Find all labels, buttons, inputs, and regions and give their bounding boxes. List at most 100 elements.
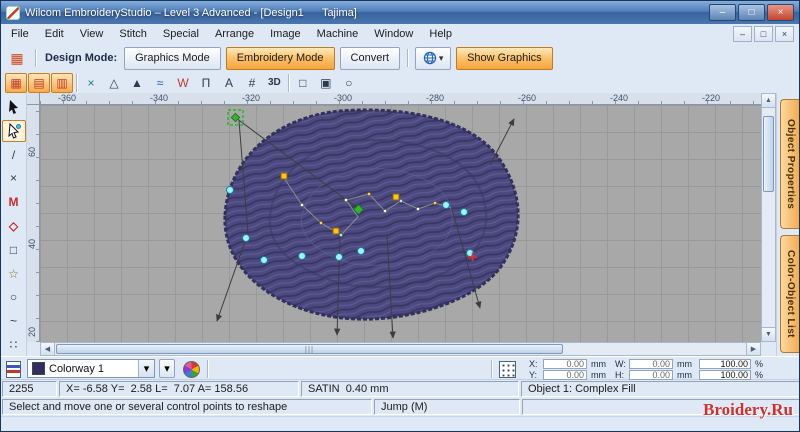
fill-grid-icon[interactable]: # <box>241 73 263 93</box>
color-wheel-icon[interactable] <box>183 361 200 378</box>
scroll-up-icon[interactable]: ▲ <box>762 94 775 108</box>
window-controls: – □ × <box>709 4 794 21</box>
tab-object-properties[interactable]: Object Properties <box>780 99 799 229</box>
circle-icon[interactable]: ○ <box>338 73 360 93</box>
vertical-scroll-track[interactable] <box>762 108 775 327</box>
select-arrow-icon <box>8 99 18 114</box>
toolbar-separator <box>35 49 36 67</box>
ruler-label: -300 <box>333 93 352 103</box>
ruler-corner <box>27 93 40 105</box>
filled-box-icon[interactable]: ▣ <box>315 73 337 93</box>
h-input[interactable] <box>629 370 673 380</box>
scale-height-input[interactable] <box>699 370 751 380</box>
graphics-mode-button[interactable]: Graphics Mode <box>124 46 221 70</box>
doc-minimize-button[interactable]: – <box>733 26 752 42</box>
star-tool[interactable]: ☆ <box>2 263 26 285</box>
lasso-tool[interactable]: ◇ <box>2 215 26 237</box>
triangle-solid-icon[interactable]: ▲ <box>126 73 148 93</box>
reshape-tool[interactable] <box>1 119 26 142</box>
colorway-menu-button[interactable]: ▾ <box>159 359 175 378</box>
vertical-scrollbar[interactable]: ▲ ▼ <box>761 93 776 342</box>
design-svg <box>216 108 520 339</box>
stitch-count: 2255 <box>2 381 57 397</box>
menu-bar: File Edit View Stitch Special Arrange Im… <box>1 24 799 45</box>
close-button[interactable]: × <box>767 4 794 21</box>
menu-file[interactable]: File <box>3 24 37 44</box>
scroll-right-icon[interactable]: ▶ <box>746 343 760 355</box>
design-objects-icon[interactable]: ▦ <box>6 48 28 68</box>
y-input[interactable] <box>543 370 587 380</box>
points-tool[interactable]: ∷ <box>2 334 26 356</box>
menu-window[interactable]: Window <box>366 24 421 44</box>
scale-height-unit: % <box>755 370 764 380</box>
embroidery-mode-button[interactable]: Embroidery Mode <box>225 46 335 70</box>
shape-tool[interactable]: □ <box>2 239 26 261</box>
menu-image[interactable]: Image <box>262 24 309 44</box>
x-input[interactable] <box>543 359 587 369</box>
wave-stitch-icon[interactable]: ≈ <box>149 73 171 93</box>
colorway-color-chip <box>32 362 45 375</box>
toolbox: / × M ◇ □ ☆ ○ ~ ∷ <box>1 93 27 356</box>
h-unit: mm <box>677 370 692 380</box>
convert-button[interactable]: Convert <box>339 46 401 70</box>
horizontal-scrollbar[interactable]: ◀ ||| ▶ <box>40 342 761 356</box>
h-label: H: <box>615 370 624 380</box>
menu-edit[interactable]: Edit <box>37 24 72 44</box>
docked-panel-tabs: Object Properties Color-Object List <box>776 93 799 356</box>
title-bar: Wilcom EmbroideryStudio – Level 3 Advanc… <box>1 1 799 24</box>
maximize-button[interactable]: □ <box>738 4 765 21</box>
pointer-coordinates: X= -6.58 Y= 2.58 L= 7.07 A= 158.56 <box>59 381 299 397</box>
menu-view[interactable]: View <box>72 24 112 44</box>
ruler-label: -220 <box>701 93 720 103</box>
select-tool[interactable] <box>2 96 26 118</box>
measure-tool[interactable]: / <box>2 144 26 166</box>
scale-width-unit: % <box>755 359 764 369</box>
reference-point-icon[interactable] <box>499 361 516 378</box>
freehand-tool[interactable]: M <box>2 191 26 213</box>
triangle-outline-icon[interactable]: △ <box>103 73 125 93</box>
curve-tool[interactable]: ~ <box>2 310 26 332</box>
toolbar-separator <box>76 73 77 92</box>
menu-machine[interactable]: Machine <box>309 24 367 44</box>
horizontal-scroll-track[interactable]: ||| <box>55 343 746 355</box>
scale-width-input[interactable] <box>699 359 751 369</box>
show-graphics-button[interactable]: Show Graphics <box>456 46 553 70</box>
design-canvas[interactable] <box>40 105 761 342</box>
minimize-button[interactable]: – <box>709 4 736 21</box>
menu-stitch[interactable]: Stitch <box>111 24 155 44</box>
menu-special[interactable]: Special <box>155 24 207 44</box>
scroll-down-icon[interactable]: ▼ <box>762 327 775 341</box>
colorway-selected-label: Colorway 1 <box>49 362 105 375</box>
menu-help[interactable]: Help <box>421 24 460 44</box>
film-grid-icon[interactable]: ▥ <box>51 72 73 93</box>
ruler-label: 20 <box>27 327 37 338</box>
ellipse-tool[interactable]: ○ <box>2 287 26 309</box>
scroll-left-icon[interactable]: ◀ <box>41 343 55 355</box>
horizontal-scroll-thumb[interactable]: ||| <box>56 344 563 354</box>
doc-restore-button[interactable]: □ <box>754 26 773 42</box>
chevron-down-icon[interactable]: ▾ <box>138 360 154 377</box>
stitch-grid-icon[interactable]: ▦ <box>5 72 27 93</box>
menu-arrange[interactable]: Arrange <box>207 24 262 44</box>
status-bar: 2255 X= -6.58 Y= 2.58 L= 7.07 A= 158.56 … <box>1 380 799 398</box>
application-window: Wilcom EmbroideryStudio – Level 3 Advanc… <box>0 0 800 432</box>
document-window-controls: – □ × <box>733 26 799 42</box>
globe-dropdown-button[interactable]: ▾ <box>415 46 452 70</box>
w-input[interactable] <box>629 359 673 369</box>
tab-color-object-list[interactable]: Color-Object List <box>780 235 799 353</box>
design-grid-icon[interactable]: ▤ <box>28 72 50 93</box>
cut-tool[interactable]: × <box>2 167 26 189</box>
lettering-icon[interactable]: A <box>218 73 240 93</box>
scribble-icon[interactable]: W <box>172 73 194 93</box>
vertical-scroll-thumb[interactable] <box>763 116 774 192</box>
entry-point-diamond[interactable] <box>230 112 241 123</box>
colorway-select[interactable]: Colorway 1 ▾ <box>27 359 155 378</box>
doc-close-button[interactable]: × <box>775 26 794 42</box>
colorway-document-icon[interactable] <box>6 361 21 378</box>
points-cross-icon[interactable]: × <box>80 73 102 93</box>
3d-view-button[interactable]: 3D <box>264 77 285 88</box>
y-unit: mm <box>591 370 606 380</box>
ruler-label: -240 <box>609 93 628 103</box>
dotted-box-icon[interactable]: □ <box>292 73 314 93</box>
column-stitch-icon[interactable]: Π <box>195 73 217 93</box>
